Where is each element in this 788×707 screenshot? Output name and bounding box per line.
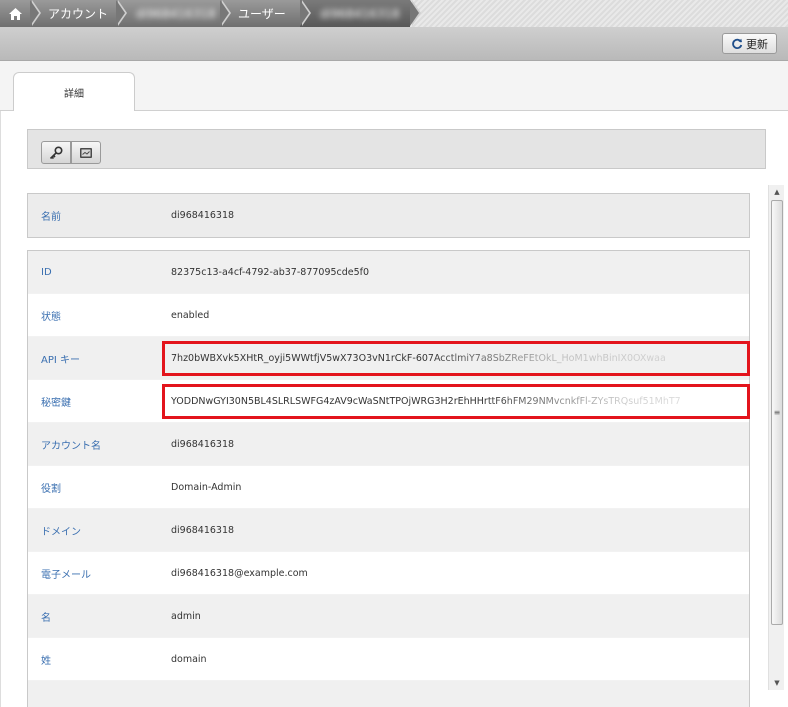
breadcrumb-users[interactable]: ユーザー [220,0,311,27]
detail-label: アカウント名 [41,440,101,452]
tab-strip: 詳細 [0,61,788,112]
detail-value: admin [171,610,201,622]
scroll-down-arrow-icon[interactable]: ▼ [769,676,785,690]
detail-label: API キー [41,354,80,366]
detail-label: ID [41,266,52,278]
tab-details[interactable]: 詳細 [13,72,135,112]
key-icon [49,145,63,159]
detail-row-id: ID 82375c13-a4cf-4792-ab37-877095cde5f0 [28,251,749,294]
breadcrumb: アカウント di968416318 ユーザー di968416318 [0,0,788,27]
detail-value: di968416318 [171,524,235,536]
breadcrumb-home[interactable] [0,0,41,27]
detail-label: 名 [41,612,51,624]
refresh-icon [732,38,743,49]
refresh-button[interactable]: 更新 [722,33,777,54]
breadcrumb-account-label: di968416318 [136,6,216,21]
detail-value: di968416318 [171,438,235,450]
detail-row-email: 電子メール di968416318@example.com [28,552,749,595]
detail-label: 役割 [41,483,61,495]
vertical-scrollbar[interactable]: ▲ ≡ ▼ [768,185,784,690]
refresh-label: 更新 [746,37,768,51]
detail-value: Domain-Admin [171,481,242,493]
breadcrumb-user[interactable]: di968416318 [300,0,421,27]
tab-details-label: 詳細 [64,89,84,100]
detail-row-domain: ドメイン di968416318 [28,509,749,552]
details-scroll-area: 名前 di968416318 ID 82375c13-a4cf-4792-ab3… [27,183,766,707]
toolbar [27,129,766,169]
detail-row-more [28,681,749,707]
detail-row-last-name: 姓 domain [28,638,749,681]
console-button[interactable] [71,141,101,164]
detail-row-account-name: アカウント名 di968416318 [28,423,749,466]
home-icon [8,7,22,20]
detail-row-state: 状態 enabled [28,294,749,337]
detail-value: di968416318@example.com [171,567,308,579]
name-label: 名前 [41,212,61,223]
detail-row-api-key: API キー 7hz0bWBXvk5XHtR_oyji5WWtfjV5wX73O… [28,337,750,380]
details-panel: 名前 di968416318 ID 82375c13-a4cf-4792-ab3… [0,111,788,707]
detail-label: ドメイン [41,526,81,538]
scroll-thumb[interactable]: ≡ [771,200,783,625]
detail-label: 秘密鍵 [41,397,71,409]
detail-label: 姓 [41,655,51,667]
detail-label: 電子メール [41,569,91,581]
breadcrumb-accounts[interactable]: アカウント [30,0,127,27]
breadcrumb-users-label: ユーザー [238,7,286,21]
api-key-highlight [162,341,750,376]
action-bar: 更新 [0,27,788,61]
detail-value: enabled [171,309,210,321]
scroll-up-arrow-icon[interactable]: ▲ [769,185,785,199]
breadcrumb-account[interactable]: di968416318 [116,0,231,27]
detail-row-first-name: 名 admin [28,595,749,638]
detail-row-secret-key: 秘密鍵 YODDNwGYI30N5BL4SLRLSWFG4zAV9cWaSNtT… [28,380,750,423]
name-value: di968416318 [171,210,235,221]
detail-label: 状態 [41,311,61,323]
breadcrumb-accounts-label: アカウント [48,7,109,21]
detail-value: 82375c13-a4cf-4792-ab37-877095cde5f0 [171,266,370,278]
detail-row-role: 役割 Domain-Admin [28,466,749,509]
secret-key-highlight [162,384,750,419]
generate-keys-button[interactable] [41,141,71,164]
details-table: ID 82375c13-a4cf-4792-ab37-877095cde5f0 … [27,250,750,707]
name-section: 名前 di968416318 [27,193,750,238]
detail-value: domain [171,653,207,665]
console-icon [80,147,92,158]
breadcrumb-user-label: di968416318 [320,6,400,21]
